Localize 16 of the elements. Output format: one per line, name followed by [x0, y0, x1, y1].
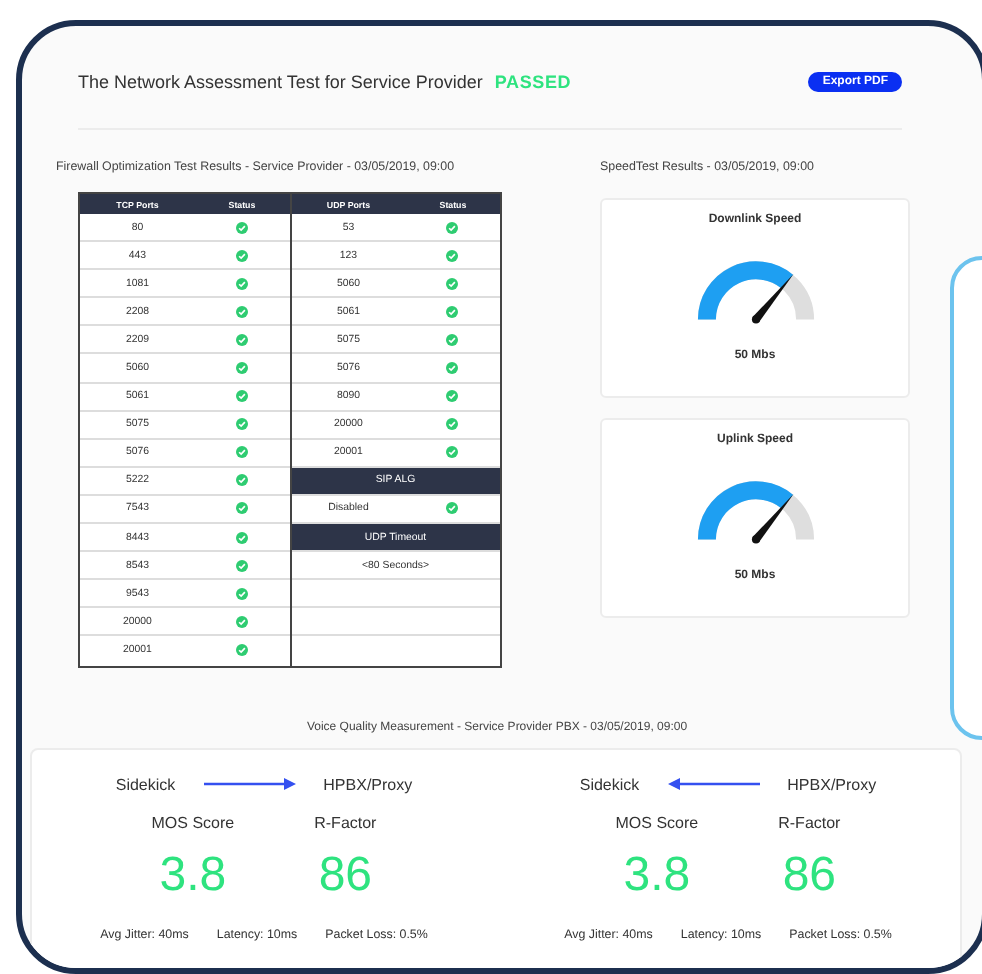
metric-value: 86: [318, 847, 373, 903]
left-arrow-icon: [667, 778, 760, 790]
metric-value: 3.8: [623, 847, 691, 903]
endpoint-label: Sidekick: [115, 775, 176, 793]
metric-value: 3.8: [159, 847, 227, 903]
report-title: The Network Assessment Test for Service Provider: [78, 72, 483, 92]
metric-label: R-Factor: [314, 813, 377, 831]
right-arrow-icon: [203, 778, 296, 790]
metric-value: 86: [782, 847, 837, 903]
metric-label: MOS Score: [615, 813, 699, 831]
endpoint-label: Sidekick: [579, 775, 640, 793]
metric-label: R-Factor: [778, 813, 841, 831]
endpoint-label: HPBX/Proxy: [787, 775, 877, 793]
metric-label: MOS Score: [151, 813, 235, 831]
endpoint-label: HPBX/Proxy: [323, 775, 413, 793]
status-label: PASSED: [494, 72, 572, 92]
